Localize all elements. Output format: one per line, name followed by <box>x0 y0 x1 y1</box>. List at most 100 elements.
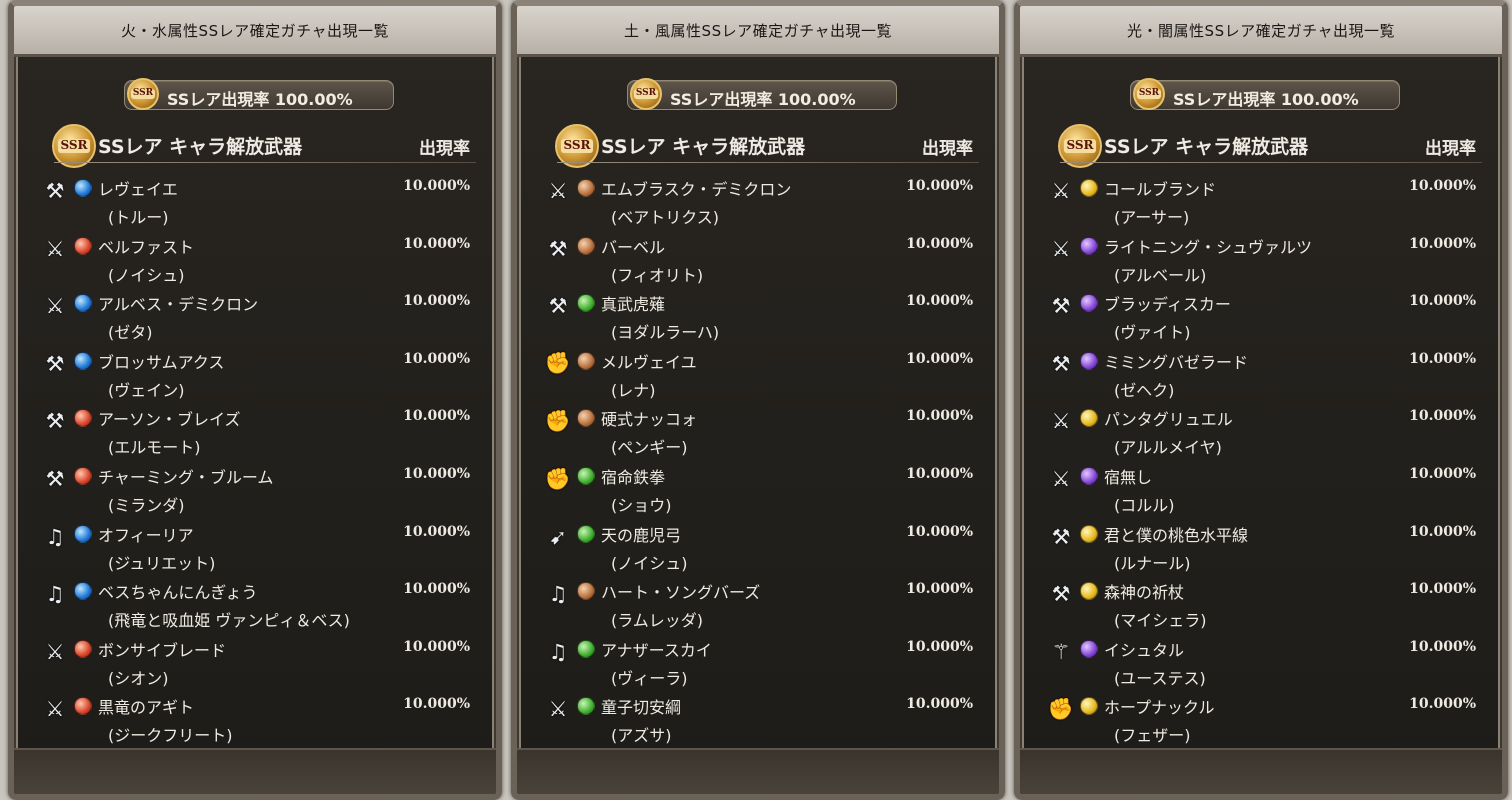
weapon-name: ブロッサムアクス <box>98 352 225 372</box>
element-earth-icon <box>577 351 595 370</box>
list-item: ⚒ ミミングバゼラード (ゼヘク) 10.000% <box>1020 349 1502 405</box>
drop-rate: 10.000% <box>1409 408 1476 425</box>
weapon-name: バーベル <box>601 237 666 257</box>
drop-rate: 10.000% <box>906 293 973 310</box>
section-label: SSレア キャラ解放武器 <box>601 136 806 158</box>
weapon-name: パンタグリュエル <box>1104 410 1233 430</box>
list-item: ⚒ レヴェイエ (トルー) 10.000% <box>14 176 496 232</box>
weapon-name: ホープナックル <box>1104 698 1215 718</box>
character-name: (ヴァイト) <box>1114 323 1191 343</box>
drop-rate: 10.000% <box>906 350 973 367</box>
weapon-name: ミミングバゼラード <box>1104 352 1249 372</box>
spear-icon: ⚔ <box>1051 467 1071 491</box>
character-name: (ヴェイン) <box>108 380 185 400</box>
ssr-rate-badge: SSR SSレア出現率 100.00% <box>1130 78 1400 110</box>
panel-header: 光・闇属性SSレア確定ガチャ出現一覧 <box>1020 6 1502 57</box>
list-item: ⚒ ブラッディスカー (ヴァイト) 10.000% <box>1020 291 1502 347</box>
axe-icon: ⚒ <box>1051 582 1071 607</box>
drop-rate: 10.000% <box>1409 581 1476 598</box>
character-name: (アルルメイヤ) <box>1114 438 1222 458</box>
element-light-icon <box>1080 524 1098 543</box>
axe-icon: ⚒ <box>548 236 568 261</box>
drop-rate: 10.000% <box>403 638 470 655</box>
element-wind-icon <box>577 467 595 485</box>
character-name: (飛竜と吸血姫 ヴァンピィ＆ベス) <box>108 611 350 631</box>
element-fire-icon <box>74 639 92 658</box>
element-fire-icon <box>74 236 92 255</box>
character-name: (マイシェラ) <box>1114 611 1207 631</box>
rate-column-header: 出現率 <box>419 139 470 159</box>
weapon-name: 森神の祈杖 <box>1104 583 1185 603</box>
weapon-name: 君と僕の桃色水平線 <box>1104 525 1249 545</box>
element-fire-icon <box>74 409 92 428</box>
list-item: ⚔ パンタグリュエル (アルルメイヤ) 10.000% <box>1020 406 1502 462</box>
list-item: ♫ ベスちゃんにんぎょう (飛竜と吸血姫 ヴァンピィ＆ベス) 10.000% <box>14 579 496 635</box>
ssr-rate-text: SSレア出現率 100.00% <box>670 90 856 109</box>
list-item: ⚔ ライトニング・シュヴァルツ (アルベール) 10.000% <box>1020 234 1502 290</box>
element-fire-icon <box>74 697 92 716</box>
weapon-name: コールブランド <box>1104 180 1217 199</box>
element-wind-icon <box>577 294 595 313</box>
list-item: ⚔ ベルファスト (ノイシュ) 10.000% <box>14 234 496 290</box>
list-item: ♫ ハート・ソングバーズ (ラムレッダ) 10.000% <box>517 579 999 635</box>
element-wind-icon <box>577 639 595 658</box>
ssr-medal-icon: SSR <box>630 78 662 110</box>
bow-icon: ➹ <box>549 524 567 549</box>
drop-rate: 10.000% <box>1409 523 1476 540</box>
list-item: ⚒ 君と僕の桃色水平線 (ルナール) 10.000% <box>1020 522 1502 578</box>
list-item: ⚔ ボンサイブレード (シオン) 10.000% <box>14 637 496 693</box>
character-name: (エルモート) <box>108 438 201 458</box>
element-fire-icon <box>74 467 92 485</box>
character-name: (ノイシュ) <box>108 265 185 285</box>
element-wind-icon <box>577 524 595 543</box>
weapon-name: ベスちゃんにんぎょう <box>98 583 258 603</box>
character-name: (アーサー) <box>1114 208 1190 227</box>
drop-rate: 10.000% <box>906 696 973 713</box>
list-item: ✊ 硬式ナッコォ (ペンギー) 10.000% <box>517 406 999 462</box>
list-item: ♫ オフィーリア (ジュリエット) 10.000% <box>14 522 496 578</box>
drop-rate: 10.000% <box>906 523 973 540</box>
element-light-icon <box>1080 179 1098 197</box>
list-item: ⚔ 童子切安綱 (アズサ) 10.000% <box>517 694 999 750</box>
fist-icon: ✊ <box>544 408 572 433</box>
character-name: (ユーステス) <box>1114 668 1206 688</box>
list-item: ⚔ アルベス・デミクロン (ゼタ) 10.000% <box>14 291 496 347</box>
element-earth-icon <box>577 179 595 197</box>
drop-rate: 10.000% <box>1409 696 1476 713</box>
harp-icon: ♫ <box>548 639 568 664</box>
axe-icon: ⚒ <box>45 179 65 203</box>
drop-rate: 10.000% <box>1409 638 1476 655</box>
drop-rate: 10.000% <box>403 581 470 598</box>
ssr-medal-icon: SSR <box>1133 78 1165 110</box>
drop-rate: 10.000% <box>403 408 470 425</box>
character-name: (ジュリエット) <box>108 553 216 573</box>
weapon-name: 宿無し <box>1104 468 1153 487</box>
weapon-name: 童子切安綱 <box>601 698 682 718</box>
drop-rate: 10.000% <box>906 408 973 425</box>
character-name: (ミランダ) <box>108 496 185 515</box>
harp-icon: ♫ <box>45 582 65 607</box>
element-water-icon <box>74 351 92 370</box>
drop-rate: 10.000% <box>1409 466 1476 482</box>
character-name: (ゼタ) <box>108 323 153 343</box>
drop-rate: 10.000% <box>1409 235 1476 252</box>
weapon-name: アーソン・ブレイズ <box>98 410 241 430</box>
character-name: (ヨダルラーハ) <box>611 323 720 343</box>
list-item: ⚒ バーベル (フィオリト) 10.000% <box>517 234 999 290</box>
character-name: (アズサ) <box>611 726 672 746</box>
weapon-name: 天の鹿児弓 <box>601 525 682 545</box>
axe-icon: ⚒ <box>1051 524 1071 549</box>
character-name: (ベアトリクス) <box>611 208 720 227</box>
drop-rate: 10.000% <box>1409 350 1476 367</box>
character-name: (トルー) <box>108 208 169 227</box>
spear-icon: ⚔ <box>1051 409 1071 434</box>
drop-rate: 10.000% <box>403 293 470 310</box>
list-item: ♫ アナザースカイ (ヴィーラ) 10.000% <box>517 637 999 693</box>
list-item: ⚚ イシュタル (ユーステス) 10.000% <box>1020 637 1502 693</box>
character-name: (ノイシュ) <box>611 553 688 573</box>
weapon-name: 宿命鉄拳 <box>601 468 666 487</box>
element-dark-icon <box>1080 294 1098 313</box>
weapon-name: エムブラスク・デミクロン <box>601 180 792 199</box>
section-divider <box>1060 162 1482 163</box>
character-name: (レナ) <box>611 380 656 400</box>
